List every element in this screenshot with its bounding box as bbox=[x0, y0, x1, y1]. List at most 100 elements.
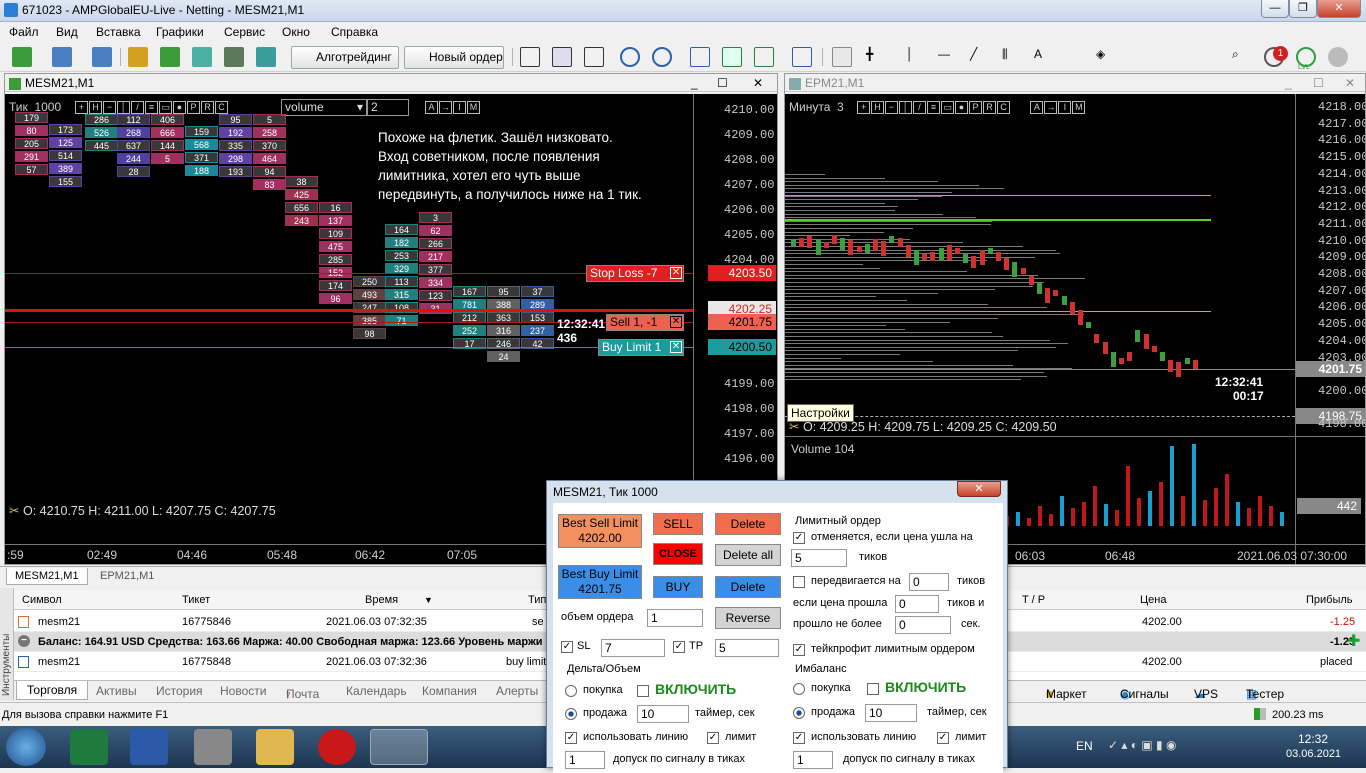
delta-timer-input[interactable]: 10 bbox=[637, 705, 689, 723]
imb-timer-input[interactable]: 10 bbox=[865, 704, 917, 722]
reverse-button[interactable]: Reverse bbox=[715, 607, 781, 629]
tab-mesm21[interactable]: MESM21,M1 bbox=[6, 568, 88, 585]
cancel-checkbox[interactable]: ✓ bbox=[793, 532, 805, 544]
imb-limit-checkbox[interactable]: ✓ bbox=[937, 732, 949, 744]
col-price[interactable]: Цена bbox=[1140, 590, 1166, 610]
tab-calendar[interactable]: Календарь bbox=[346, 684, 407, 698]
vertical-line-icon[interactable]: │ bbox=[906, 47, 926, 67]
col-ticket[interactable]: Тикет bbox=[182, 590, 210, 610]
col-profit[interactable]: Прибыль bbox=[1306, 590, 1353, 610]
delta-limit-checkbox[interactable]: ✓ bbox=[707, 732, 719, 744]
imb-use-line-checkbox[interactable]: ✓ bbox=[793, 732, 805, 744]
right-minimize-button[interactable]: _ bbox=[1285, 74, 1292, 92]
zoom-in-icon[interactable] bbox=[620, 47, 640, 67]
imb-sell-radio[interactable] bbox=[793, 707, 805, 719]
chart-template-icon[interactable] bbox=[92, 47, 112, 67]
move-ticks-input[interactable]: 0 bbox=[909, 573, 949, 591]
tester-icon[interactable] bbox=[224, 47, 244, 67]
word-icon[interactable] bbox=[130, 729, 168, 765]
sl-input[interactable]: 7 bbox=[601, 639, 665, 657]
algotrading-button[interactable]: Алготрейдинг bbox=[291, 46, 399, 69]
text-icon[interactable]: A bbox=[1034, 47, 1054, 67]
zoom-out-icon[interactable] bbox=[652, 47, 672, 67]
add-icon[interactable]: ✚ bbox=[1347, 632, 1360, 652]
account-icon[interactable] bbox=[1328, 47, 1348, 67]
delete-all-button[interactable]: Delete all bbox=[715, 544, 781, 566]
horizontal-line-icon[interactable]: — bbox=[938, 47, 958, 67]
search-icon[interactable]: ⌕ bbox=[1232, 47, 1252, 67]
profiles-icon[interactable] bbox=[52, 47, 72, 67]
chart-shift-icon[interactable] bbox=[754, 47, 774, 67]
menu-file[interactable]: Файл bbox=[9, 25, 39, 39]
best-buy-limit-button[interactable]: Best Buy Limit 4201.75 bbox=[558, 565, 642, 599]
calculator-icon[interactable] bbox=[194, 729, 232, 765]
minimize-button[interactable]: — bbox=[1261, 0, 1289, 18]
menu-insert[interactable]: Вставка bbox=[96, 25, 141, 39]
stop-loss-label[interactable]: Stop Loss -7 ✕ bbox=[586, 265, 684, 282]
delta-tolerance-input[interactable]: 1 bbox=[565, 751, 605, 769]
dialog-close-button[interactable]: ✕ bbox=[957, 481, 1001, 497]
tab-trade[interactable]: Торговля bbox=[16, 681, 89, 700]
delete-sell-button[interactable]: Delete bbox=[715, 513, 781, 535]
bar-chart-icon[interactable] bbox=[520, 47, 540, 67]
menu-view[interactable]: Вид bbox=[56, 25, 78, 39]
passed-seconds-input[interactable]: 0 bbox=[895, 616, 951, 634]
left-close-button[interactable]: ✕ bbox=[753, 74, 763, 92]
sell-order-label[interactable]: Sell 1, -1 ✕ bbox=[606, 314, 684, 331]
cursor-icon[interactable] bbox=[832, 47, 852, 67]
col-type[interactable]: Тип bbox=[528, 590, 546, 610]
candlestick-icon[interactable] bbox=[552, 47, 572, 67]
tab-company[interactable]: Компания bbox=[422, 684, 477, 698]
new-order-button[interactable]: Новый ордер bbox=[404, 46, 504, 69]
menu-help[interactable]: Справка bbox=[331, 25, 378, 39]
cancel-ticks-input[interactable]: 5 bbox=[791, 549, 847, 567]
right-close-button[interactable]: ✕ bbox=[1345, 74, 1355, 92]
collapse-icon[interactable]: − bbox=[18, 635, 30, 647]
delta-buy-radio[interactable] bbox=[565, 685, 577, 697]
close-button[interactable]: ✕ bbox=[1317, 0, 1361, 18]
tp-checkbox[interactable]: ✓ bbox=[673, 641, 685, 653]
opera-icon[interactable] bbox=[318, 729, 356, 765]
tp-limit-checkbox[interactable]: ✓ bbox=[793, 644, 805, 656]
excel-icon[interactable] bbox=[70, 729, 108, 765]
volume-input[interactable]: 1 bbox=[647, 609, 703, 627]
metatrader-icon[interactable] bbox=[370, 729, 428, 765]
indicators-icon[interactable] bbox=[792, 47, 812, 67]
menu-window[interactable]: Окно bbox=[282, 25, 310, 39]
autoscroll-icon[interactable] bbox=[722, 47, 742, 67]
delete-buy-button[interactable]: Delete bbox=[715, 576, 781, 598]
move-checkbox[interactable] bbox=[793, 576, 805, 588]
market-icon[interactable] bbox=[256, 47, 276, 67]
left-minimize-button[interactable]: _ bbox=[691, 74, 698, 92]
passed-ticks-input[interactable]: 0 bbox=[895, 595, 939, 613]
sell-button[interactable]: SELL bbox=[653, 513, 703, 535]
tile-windows-icon[interactable] bbox=[690, 47, 710, 67]
close-icon[interactable]: ✕ bbox=[670, 316, 682, 328]
col-time[interactable]: Время bbox=[365, 590, 398, 610]
imb-buy-radio[interactable] bbox=[793, 683, 805, 695]
buy-button[interactable]: BUY bbox=[653, 576, 703, 598]
close-icon[interactable]: ✕ bbox=[670, 267, 682, 279]
line-chart-icon[interactable] bbox=[584, 47, 604, 67]
buy-limit-label[interactable]: Buy Limit 1 ✕ bbox=[598, 339, 684, 356]
col-tp[interactable]: T / P bbox=[1022, 590, 1045, 610]
menu-charts[interactable]: Графики bbox=[156, 25, 204, 39]
tab-epm21[interactable]: EPM21,M1 bbox=[92, 568, 162, 584]
right-maximize-button[interactable]: ☐ bbox=[1313, 74, 1324, 92]
best-sell-limit-button[interactable]: Best Sell Limit 4202.00 bbox=[558, 514, 642, 548]
data-window-icon[interactable] bbox=[128, 47, 148, 67]
language-indicator[interactable]: EN bbox=[1076, 739, 1093, 753]
terminal-icon[interactable] bbox=[192, 47, 212, 67]
crosshair-icon[interactable]: ╋ bbox=[866, 47, 886, 67]
explorer-icon[interactable] bbox=[256, 729, 294, 765]
shapes-icon[interactable]: ◈ bbox=[1096, 47, 1116, 67]
tab-assets[interactable]: Активы bbox=[96, 684, 137, 698]
left-maximize-button[interactable]: ☐ bbox=[717, 74, 728, 92]
trendline-icon[interactable]: ╱ bbox=[970, 47, 990, 67]
close-icon[interactable]: ✕ bbox=[670, 341, 682, 353]
start-button[interactable] bbox=[6, 728, 46, 766]
delta-enable-checkbox[interactable] bbox=[637, 685, 649, 697]
tp-input[interactable]: 5 bbox=[715, 639, 779, 657]
tray-icons[interactable]: ✓ ▴ ◐ ▣ ▮ ◉ bbox=[1108, 738, 1176, 752]
navigator-icon[interactable] bbox=[160, 47, 180, 67]
